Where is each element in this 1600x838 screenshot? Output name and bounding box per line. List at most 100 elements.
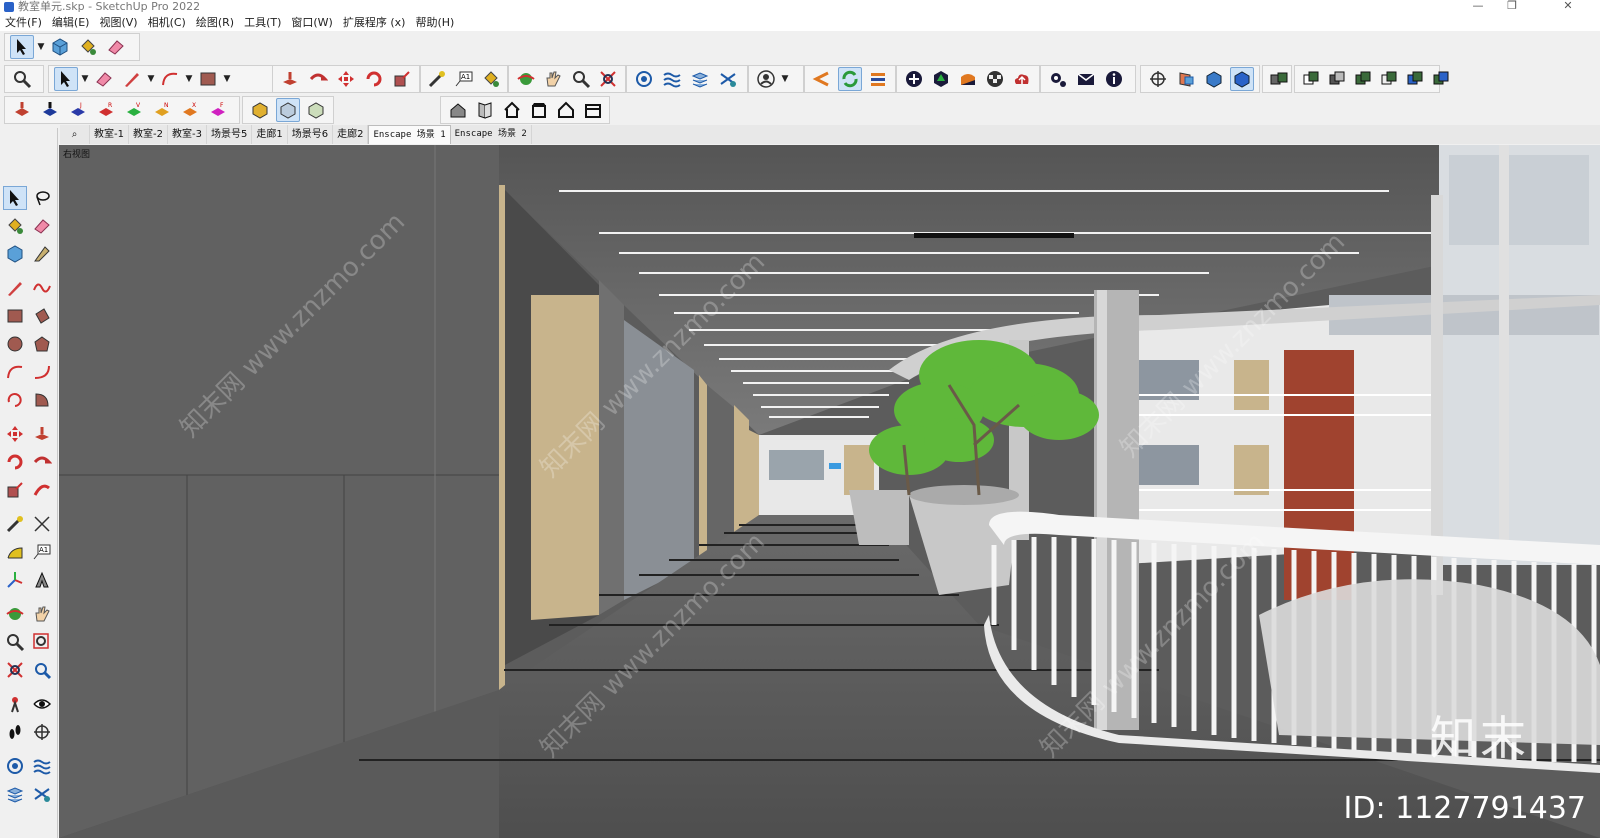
sandbox-contours-tool[interactable] [3,754,27,778]
enscape-start-button[interactable] [810,67,834,91]
text-button[interactable]: A1 [453,67,476,91]
rectangle-tool[interactable] [3,304,27,328]
about-button[interactable] [1102,67,1126,91]
protractor-tool[interactable] [3,540,27,564]
zoom-tool[interactable] [3,630,27,654]
pan-tool[interactable] [30,602,54,626]
rotated-rectangle-tool[interactable] [30,304,54,328]
eraser-tool-button[interactable] [104,35,128,59]
follow-me-tool[interactable] [30,450,54,474]
zoom-button[interactable] [10,67,34,91]
walk-tool[interactable] [3,720,27,744]
subtract-button[interactable] [1378,67,1400,91]
3d-text-tool[interactable] [30,568,54,592]
maximize-button[interactable]: ❐ [1500,0,1524,14]
scene-tab[interactable]: 教室-2 [129,125,168,144]
move-button[interactable] [334,67,358,91]
3d-warehouse-button[interactable] [446,98,469,122]
texture-button[interactable] [984,67,1007,91]
pie-tool[interactable] [30,388,54,412]
warehouse-button[interactable] [632,67,656,91]
zoom-extents-button[interactable] [597,67,621,91]
outer-shell-button[interactable] [1300,67,1322,91]
eraser-tool[interactable] [30,214,54,238]
sandbox-stamp-tool[interactable] [3,782,27,806]
outliner-button[interactable] [1268,67,1290,91]
menu-camera[interactable]: 相机(C) [143,14,191,31]
close-button[interactable]: ✕ [1556,0,1580,14]
chevron-down-icon[interactable]: ▼ [780,67,790,91]
arc-tool[interactable] [3,360,27,384]
scale-tool[interactable] [3,478,27,502]
enscape-views-button[interactable] [866,67,890,91]
right-view-button[interactable]: R [94,98,118,122]
menu-file[interactable]: 文件(F) [0,14,47,31]
select-button[interactable] [54,67,78,91]
stamp-button[interactable] [660,67,684,91]
tape-measure-button[interactable] [426,67,449,91]
scene-tab-active[interactable]: Enscape 场景 1 [368,125,451,144]
three-point-arc-tool[interactable] [3,388,27,412]
polygon-tool[interactable] [30,332,54,356]
scene-tab[interactable]: 教室-3 [168,125,207,144]
sandbox-scratch-tool[interactable] [30,754,54,778]
paint-bucket-button[interactable] [76,35,100,59]
feedback-button[interactable] [1074,67,1098,91]
lasso-tool[interactable] [30,186,54,210]
select-tool-button[interactable] [10,35,34,59]
component-tool-button[interactable] [48,35,72,59]
asset-library-button[interactable] [929,67,952,91]
eraser-button[interactable] [92,67,116,91]
line-button[interactable] [120,67,144,91]
scene-tab[interactable]: 场景号6 [288,125,334,144]
scale-button[interactable] [390,67,414,91]
account-button[interactable] [754,67,778,91]
iso-view-button[interactable] [10,98,34,122]
circle-tool[interactable] [3,332,27,356]
section-plane-button[interactable] [1146,67,1170,91]
intersect-button[interactable] [1326,67,1348,91]
xray-button[interactable] [276,98,300,122]
zoom-camera-button[interactable] [569,67,593,91]
arc-button[interactable] [158,67,182,91]
chevron-down-icon[interactable]: ▼ [146,67,156,91]
paint-button[interactable] [479,67,502,91]
pan-button[interactable] [542,67,566,91]
offset-tool[interactable] [30,478,54,502]
union-button[interactable] [1352,67,1374,91]
two-point-arc-tool[interactable] [30,360,54,384]
freehand-tool[interactable] [30,276,54,300]
menu-help[interactable]: 帮助(H) [410,14,459,31]
front-view-button[interactable]: J [66,98,90,122]
split-button[interactable] [1430,67,1452,91]
add-button[interactable] [902,67,925,91]
menu-edit[interactable]: 编辑(E) [47,14,95,31]
shaded-textures-button[interactable] [248,98,272,122]
custom-view-button[interactable]: F [206,98,230,122]
monochrome-button[interactable] [304,98,328,122]
house-outline-button[interactable] [554,98,577,122]
sandbox-flip-tool[interactable] [30,782,54,806]
enscape-sync-button[interactable] [838,67,862,91]
position-camera-tool[interactable] [3,692,27,716]
menu-window[interactable]: 窗口(W) [286,14,337,31]
menu-tools[interactable]: 工具(T) [239,14,286,31]
trim-button[interactable] [1404,67,1426,91]
chevron-down-icon[interactable]: ▼ [184,67,194,91]
scene-tab[interactable]: 场景号5 [207,125,253,144]
rotate-button[interactable] [362,67,386,91]
material-editor-button[interactable] [956,67,979,91]
look-around-tool[interactable] [30,692,54,716]
select-tool[interactable] [3,186,27,210]
display-section-cuts-button[interactable] [1202,67,1226,91]
push-pull-button[interactable] [278,67,302,91]
text-tool[interactable]: A1 [30,540,54,564]
menu-view[interactable]: 视图(V) [94,14,142,31]
section-plane-tool[interactable] [30,720,54,744]
container-button[interactable] [581,98,604,122]
orbit-button[interactable] [514,67,538,91]
model-viewport[interactable]: 右视图 知末网 www.znzmo.com 知末网 www.znzmo.com … [59,145,1600,838]
component-tool[interactable] [3,242,27,266]
menu-extensions[interactable]: 扩展程序 (x) [338,14,411,31]
chevron-down-icon[interactable]: ▼ [222,67,232,91]
